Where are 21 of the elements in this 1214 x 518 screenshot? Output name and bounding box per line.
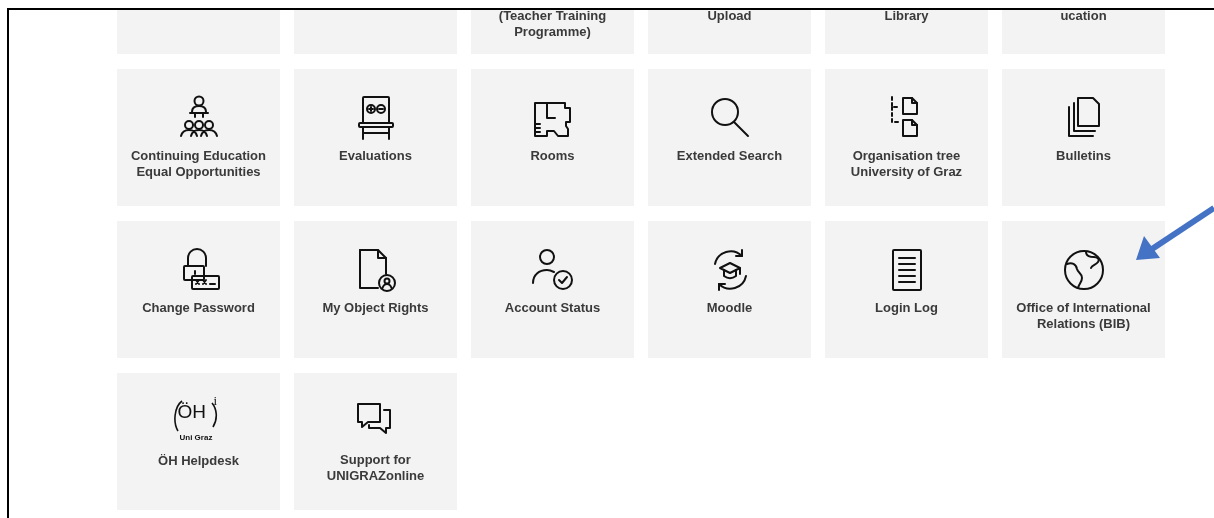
menu-tile[interactable]: Evaluations — [294, 69, 457, 206]
menu-tile[interactable]: Moodle — [648, 221, 811, 358]
menu-tile[interactable]: My Object Rights — [294, 221, 457, 358]
menu-tile[interactable]: Bulletins — [1002, 69, 1165, 206]
menu-tile[interactable]: ÖH i Uni Graz ÖH Helpdesk — [117, 373, 280, 510]
menu-tile[interactable]: Account Status — [471, 221, 634, 358]
menu-tile[interactable]: Upload — [648, 10, 811, 54]
menu-tile[interactable]: Rooms — [471, 69, 634, 206]
menu-tile[interactable]: Organisation tree University of Graz — [825, 69, 988, 206]
menu-tile[interactable]: Continuing Education Equal Opportunities — [117, 69, 280, 206]
menu-tile[interactable] — [117, 10, 280, 54]
menu-tile[interactable]: ucation — [1002, 10, 1165, 54]
menu-tile[interactable]: Support for UNIGRAZonline — [294, 373, 457, 510]
menu-tile[interactable] — [294, 10, 457, 54]
logo: ÖH i Uni Graz — [173, 397, 224, 449]
menu-tile[interactable]: (Teacher Training Programme) — [471, 10, 634, 54]
menu-tile[interactable]: Library — [825, 10, 988, 54]
menu-tile[interactable]: Login Log — [825, 221, 988, 358]
menu-tile[interactable]: Change Password — [117, 221, 280, 358]
menu-tile[interactable]: Office of International Relations (BIB) — [1002, 221, 1165, 358]
menu-tile[interactable]: Extended Search — [648, 69, 811, 206]
